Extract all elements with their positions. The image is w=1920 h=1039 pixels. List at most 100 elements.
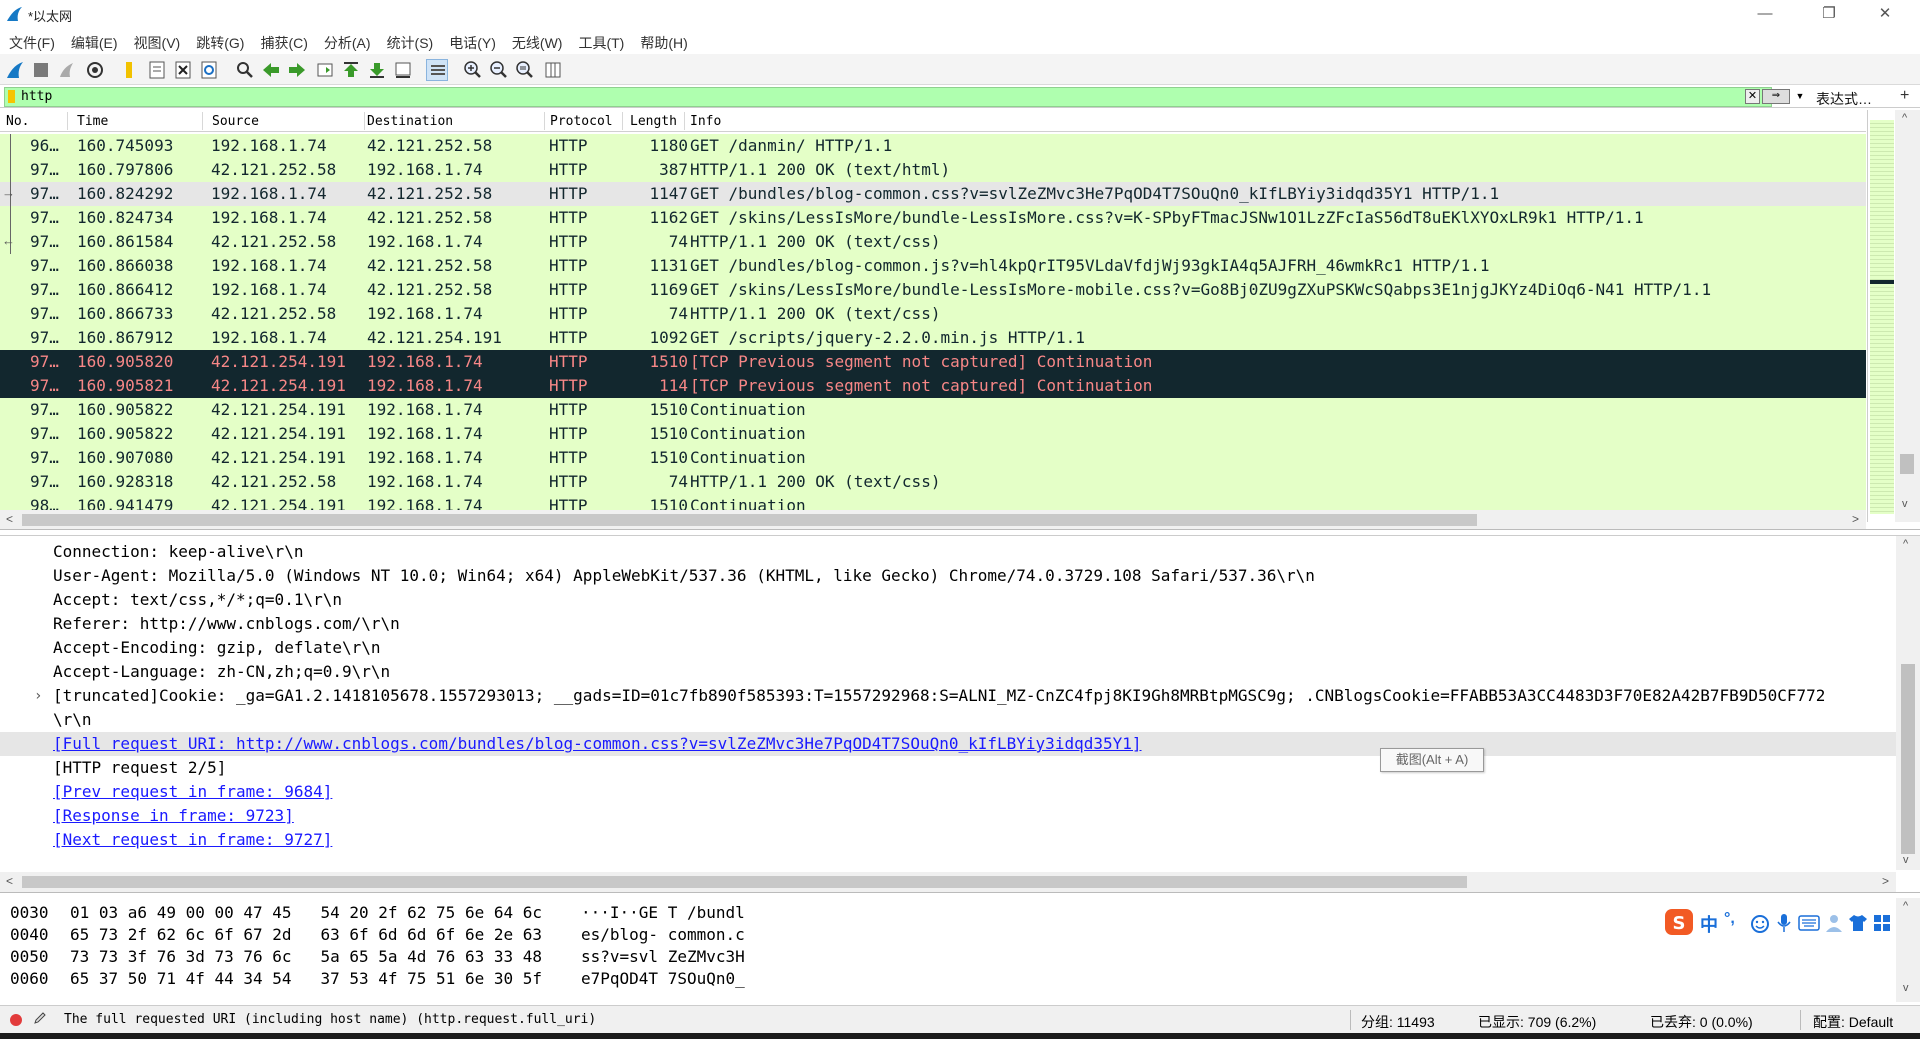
reload-icon[interactable] <box>198 59 220 81</box>
colorize-icon[interactable] <box>426 59 448 81</box>
packet-list-horizontal-scrollbar[interactable]: < > <box>0 510 1866 529</box>
menu-help[interactable]: 帮助(H) <box>640 30 687 53</box>
add-filter-button[interactable]: + <box>1900 87 1909 105</box>
find-packet-icon[interactable] <box>234 59 256 81</box>
zoom-in-icon[interactable] <box>462 59 484 81</box>
column-separator[interactable] <box>684 112 685 130</box>
packet-list-minimap[interactable] <box>1867 110 1895 522</box>
packet-row[interactable]: 97… 160.905822 42.121.254.191 192.168.1.74 H… <box>0 422 1866 446</box>
normal-size-icon[interactable] <box>514 59 536 81</box>
column-separator[interactable] <box>622 112 623 130</box>
capture-options-icon[interactable] <box>84 59 106 81</box>
scroll-up-icon[interactable]: ^ <box>1903 538 1908 550</box>
packet-row[interactable]: 97… 160.866733 42.121.252.58 192.168.1.74 HT… <box>0 302 1866 326</box>
detail-line[interactable]: › [truncated]Cookie: _ga=GA1.2.141810567… <box>0 684 1896 708</box>
details-vertical-scrollbar[interactable]: ^ v <box>1896 536 1920 870</box>
detail-line[interactable]: Accept-Language: zh-CN,zh;q=0.9\r\n <box>0 660 1896 684</box>
display-filter-input[interactable]: http <box>4 87 1772 107</box>
detail-text[interactable]: [Next request in frame: 9727] <box>53 828 332 852</box>
minimize-button[interactable]: — <box>1742 0 1788 30</box>
grid-icon[interactable] <box>1872 913 1892 933</box>
menu-capture[interactable]: 捕获(C) <box>260 30 307 53</box>
column-separator[interactable] <box>67 112 68 130</box>
stop-capture-icon[interactable] <box>30 59 52 81</box>
go-to-packet-icon[interactable] <box>314 59 336 81</box>
scroll-down-icon[interactable]: v <box>1903 854 1909 866</box>
apply-filter-icon[interactable]: ⇒ <box>1762 89 1790 104</box>
column-separator[interactable] <box>364 112 365 130</box>
scroll-right-icon[interactable]: > <box>1882 874 1889 888</box>
detail-line[interactable]: Connection: keep-alive\r\n <box>0 540 1896 564</box>
packet-row[interactable]: 97… 160.905821 42.121.254.191 192.168.1.74 H… <box>0 374 1866 398</box>
packet-row[interactable]: 97… 160.797806 42.121.252.58 192.168.1.74 HT… <box>0 158 1866 182</box>
shirt-icon[interactable] <box>1848 913 1868 933</box>
column-header-length[interactable]: Length <box>630 114 677 130</box>
sogou-s-icon[interactable]: S <box>1664 908 1694 936</box>
restart-capture-icon[interactable] <box>56 59 78 81</box>
details-horizontal-scrollbar[interactable]: < > <box>0 872 1896 892</box>
detail-line[interactable]: User-Agent: Mozilla/5.0 (Windows NT 10.0… <box>0 564 1896 588</box>
detail-link-line[interactable]: [Response in frame: 9723] <box>0 804 1896 828</box>
bytes-vertical-scrollbar[interactable]: ^ v <box>1896 898 1920 1002</box>
expert-info-icon[interactable] <box>10 1014 22 1026</box>
status-profile[interactable]: 配置: Default <box>1813 1012 1893 1032</box>
menu-edit[interactable]: 编辑(E) <box>71 30 118 53</box>
menu-telephony[interactable]: 电话(Y) <box>449 30 496 53</box>
scrollbar-thumb[interactable] <box>1900 454 1914 474</box>
column-header-protocol[interactable]: Protocol <box>550 114 613 130</box>
scroll-down-icon[interactable]: v <box>1903 982 1909 994</box>
scrollbar-thumb[interactable] <box>22 514 1477 526</box>
byte-row[interactable]: 0060 65 37 50 71 4f 44 34 54 37 53 4f 75 … <box>10 968 830 990</box>
auto-scroll-icon[interactable] <box>392 59 414 81</box>
packet-row[interactable]: 97… 160.824734 192.168.1.74 42.121.252.58 HT… <box>0 206 1866 230</box>
last-packet-icon[interactable] <box>366 59 388 81</box>
ime-punctuation[interactable]: °, <box>1724 910 1735 928</box>
filter-bookmark-icon[interactable] <box>8 90 15 103</box>
menu-tools[interactable]: 工具(T) <box>578 30 624 53</box>
packet-row[interactable]: 97… 160.905820 42.121.254.191 192.168.1.74 H… <box>0 350 1866 374</box>
detail-line[interactable]: \r\n <box>0 708 1896 732</box>
scroll-left-icon[interactable]: < <box>6 874 13 888</box>
detail-line[interactable]: Accept-Encoding: gzip, deflate\r\n <box>0 636 1896 660</box>
emoji-icon[interactable] <box>1750 914 1770 934</box>
column-separator[interactable] <box>202 112 203 130</box>
byte-row[interactable]: 0030 01 03 a6 49 00 00 47 45 54 20 2f 62 … <box>10 902 830 924</box>
scroll-down-icon[interactable]: v <box>1902 498 1908 510</box>
scroll-left-icon[interactable]: < <box>6 512 13 526</box>
detail-text[interactable]: [Full request URI: http://www.cnblogs.co… <box>53 732 1142 756</box>
scrollbar-thumb[interactable] <box>22 876 1467 888</box>
detail-text[interactable]: [Prev request in frame: 9684] <box>53 780 332 804</box>
packet-row[interactable]: 97… 160.905822 42.121.254.191 192.168.1.74 H… <box>0 398 1866 422</box>
close-button[interactable]: ✕ <box>1862 0 1908 30</box>
column-header-time[interactable]: Time <box>77 114 108 130</box>
menu-go[interactable]: 跳转(G) <box>196 30 244 53</box>
resize-columns-icon[interactable] <box>542 59 564 81</box>
menu-analyze[interactable]: 分析(A) <box>324 30 371 53</box>
detail-line[interactable]: [HTTP request 2/5] <box>0 756 1896 780</box>
packet-row[interactable]: 97… 160.867912 192.168.1.74 42.121.254.191 H… <box>0 326 1866 350</box>
column-header-destination[interactable]: Destination <box>367 114 453 130</box>
expand-arrow-icon[interactable]: › <box>34 684 42 708</box>
column-header-source[interactable]: Source <box>212 114 259 130</box>
scrollbar-thumb[interactable] <box>1901 664 1915 854</box>
detail-line[interactable]: Referer: http://www.cnblogs.com/\r\n <box>0 612 1896 636</box>
packet-row[interactable]: 97… 160.861584 42.121.252.58 192.168.1.74 HT… <box>0 230 1866 254</box>
scroll-up-icon[interactable]: ^ <box>1903 900 1908 912</box>
detail-link-line[interactable]: [Next request in frame: 9727] <box>0 828 1896 852</box>
zoom-out-icon[interactable] <box>488 59 510 81</box>
scroll-right-icon[interactable]: > <box>1852 512 1859 526</box>
packet-row[interactable]: 97… 160.866038 192.168.1.74 42.121.252.58 HT… <box>0 254 1866 278</box>
save-file-icon[interactable] <box>146 59 168 81</box>
column-header-no[interactable]: No. <box>6 114 29 130</box>
expression-button[interactable]: 表达式… <box>1816 89 1872 109</box>
detail-line[interactable]: Accept: text/css,*/*;q=0.1\r\n <box>0 588 1896 612</box>
packet-list-vertical-scrollbar[interactable]: ^ v <box>1895 110 1920 522</box>
menu-file[interactable]: 文件(F) <box>9 30 55 53</box>
column-separator[interactable] <box>544 112 545 130</box>
byte-row[interactable]: 0040 65 73 2f 62 6c 6f 67 2d 63 6f 6d 6d … <box>10 924 830 946</box>
packet-row[interactable]: 97… 160.824292 192.168.1.74 42.121.252.58 HT… <box>0 182 1866 206</box>
packet-row[interactable]: 97… 160.866412 192.168.1.74 42.121.252.58 HT… <box>0 278 1866 302</box>
restore-button[interactable]: ❐ <box>1806 0 1852 30</box>
clear-filter-icon[interactable]: ✕ <box>1745 89 1760 104</box>
keyboard-icon[interactable] <box>1798 915 1820 931</box>
